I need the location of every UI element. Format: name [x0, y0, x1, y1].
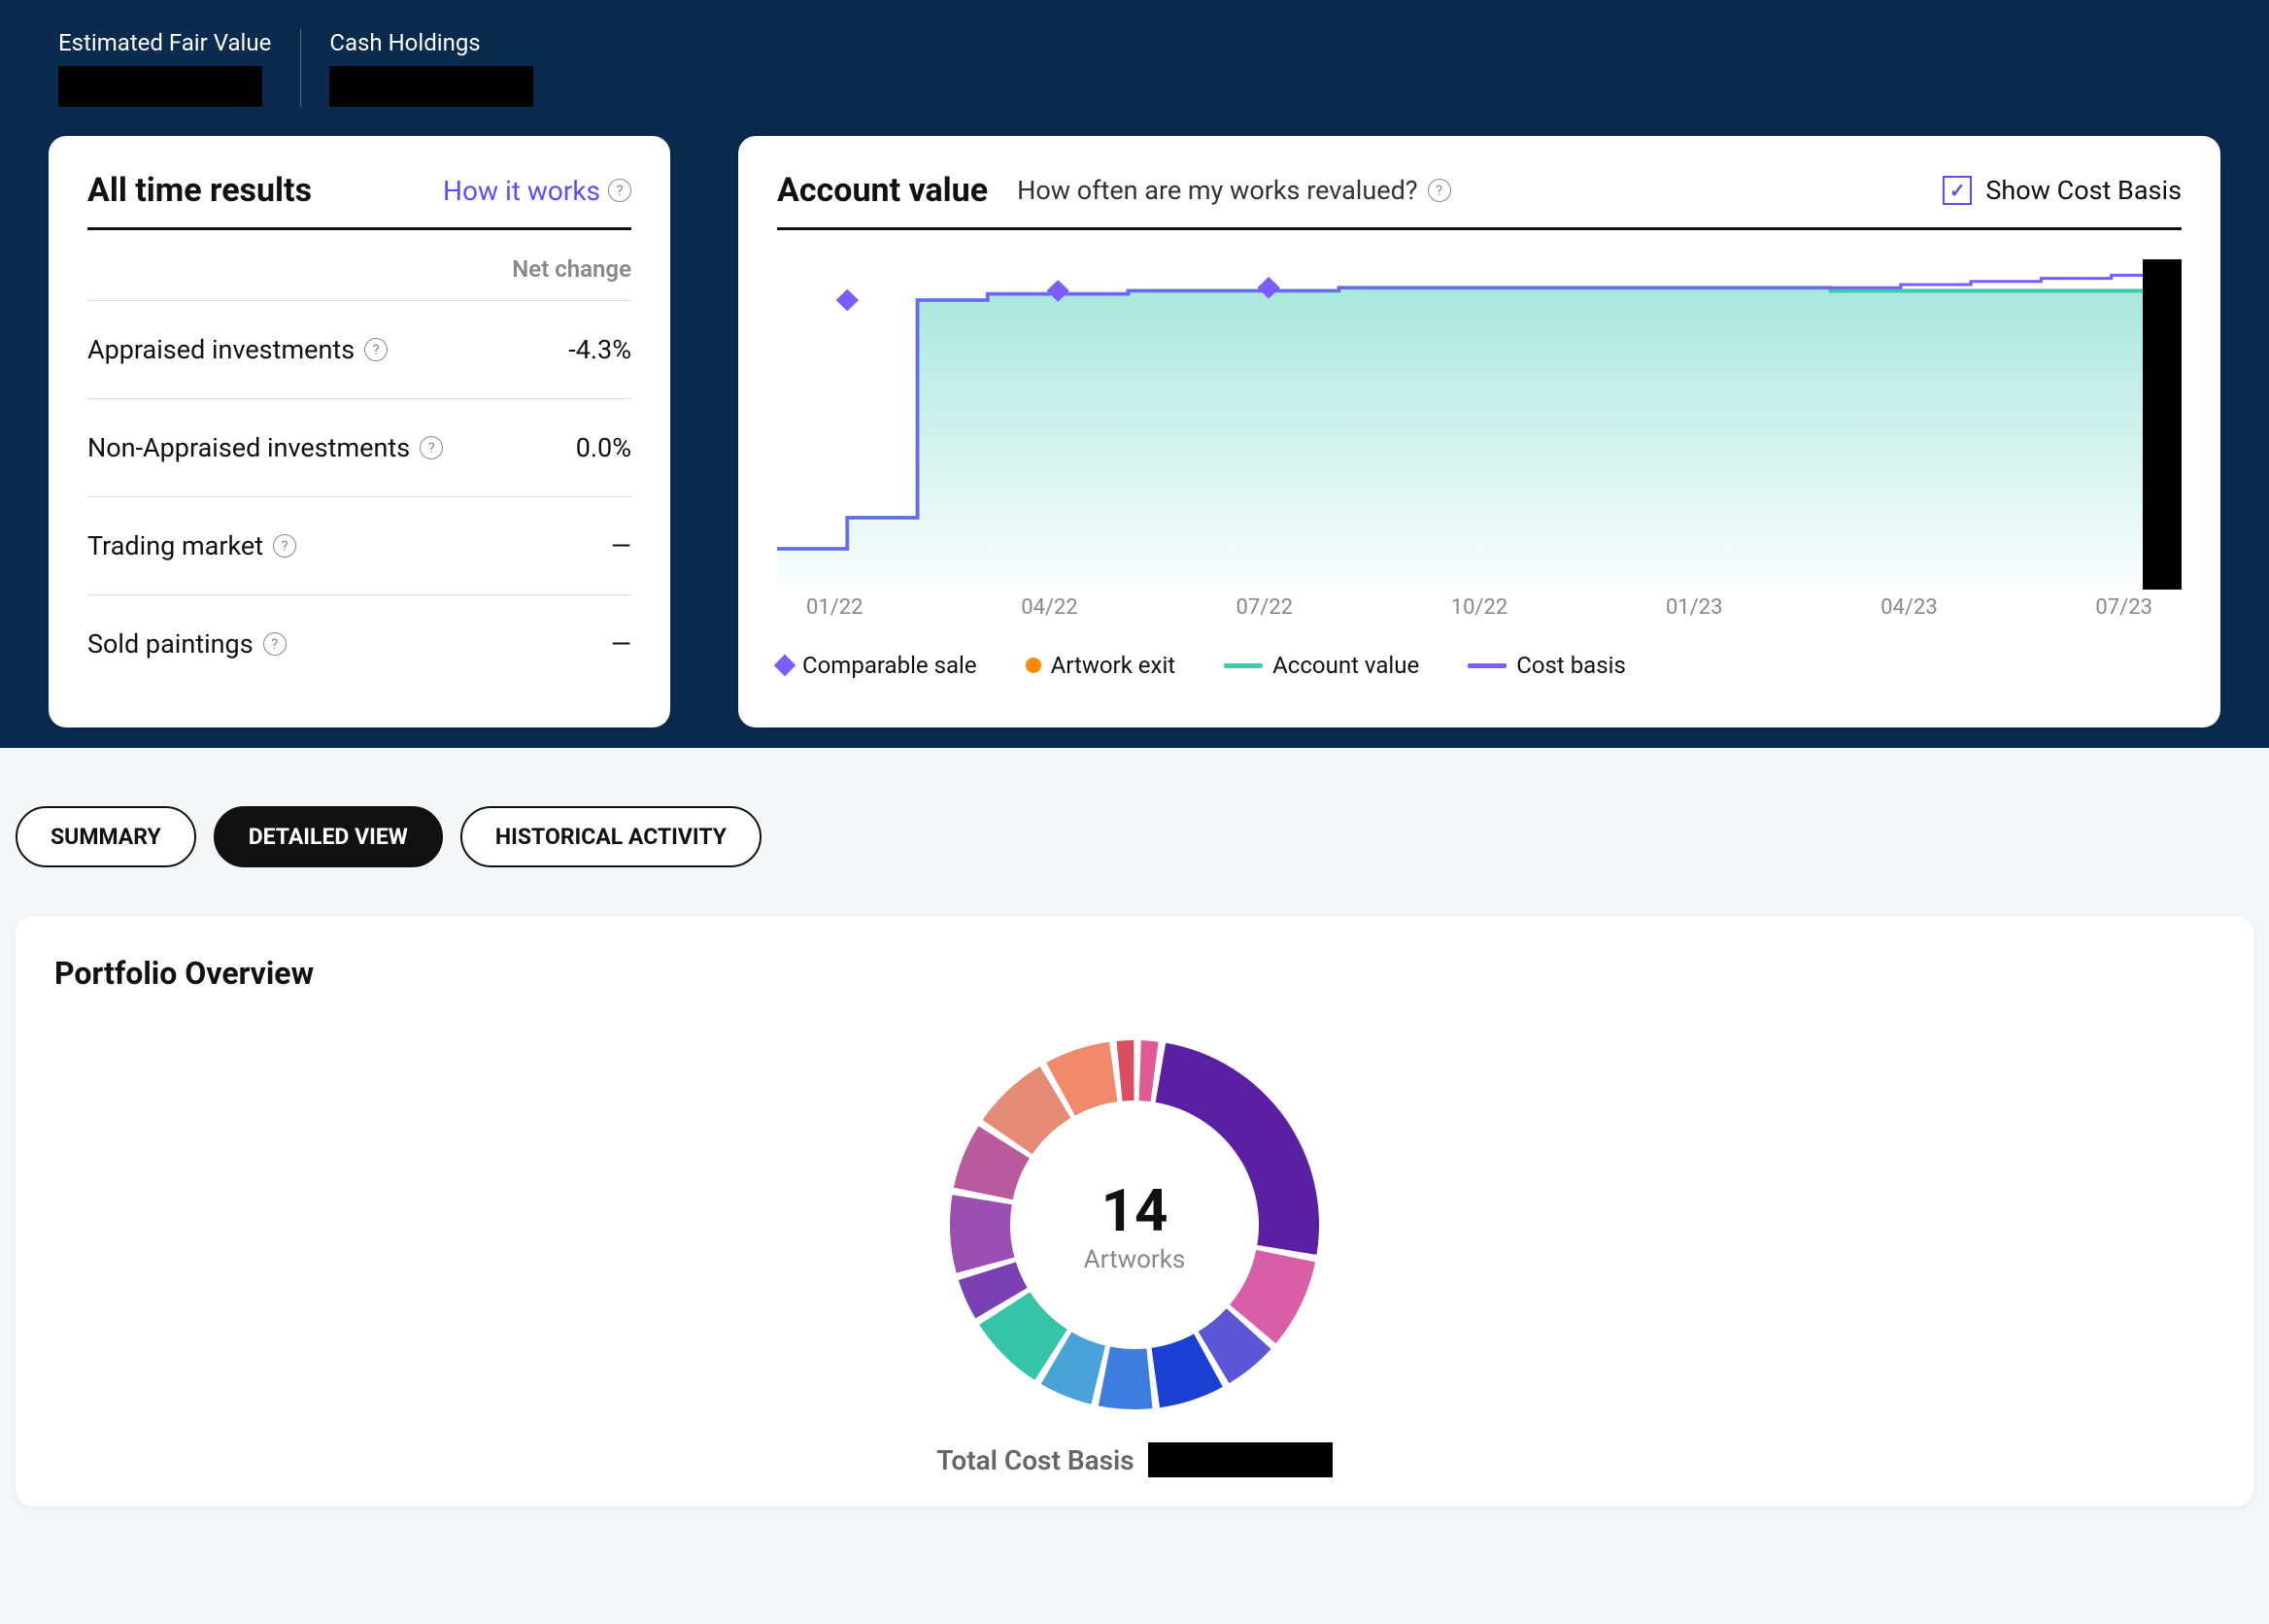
- result-row-nonappraised: Non-Appraised investments ? 0.0%: [87, 399, 631, 497]
- account-title: Account value: [777, 171, 988, 210]
- total-cost-basis: Total Cost Basis: [936, 1442, 1332, 1477]
- metric-cash-holdings: Cash Holdings: [329, 29, 592, 107]
- result-value: -4.3%: [568, 334, 631, 365]
- portfolio-overview-card: Portfolio Overview 14 Artworks Total Cos…: [16, 916, 2253, 1506]
- x-tick: 04/23: [1880, 595, 1938, 620]
- line-icon: [1224, 663, 1263, 668]
- donut-count-label: Artworks: [1084, 1245, 1186, 1274]
- legend-artwork-exit: Artwork exit: [1026, 652, 1176, 679]
- help-icon[interactable]: ?: [420, 436, 443, 459]
- result-row-appraised: Appraised investments ? -4.3%: [87, 301, 631, 399]
- result-row-trading: Trading market ? —: [87, 497, 631, 595]
- checkbox-icon: ✓: [1943, 176, 1972, 205]
- result-row-sold: Sold paintings ? —: [87, 595, 631, 693]
- help-icon[interactable]: ?: [364, 338, 388, 361]
- account-value-chart[interactable]: 01/22 04/22 07/22 10/22 01/23 04/23 07/23: [777, 259, 2182, 628]
- circle-icon: [1026, 658, 1041, 673]
- account-value-card: Account value How often are my works rev…: [738, 136, 2220, 727]
- metric-label: Estimated Fair Value: [58, 29, 271, 56]
- tab-summary[interactable]: SUMMARY: [16, 806, 196, 867]
- results-title: All time results: [87, 171, 312, 210]
- help-icon: ?: [608, 179, 631, 202]
- tab-historical-activity[interactable]: HISTORICAL ACTIVITY: [460, 806, 762, 867]
- legend-label: Comparable sale: [802, 652, 977, 679]
- legend-account-value: Account value: [1224, 652, 1419, 679]
- metric-fair-value: Estimated Fair Value: [58, 29, 329, 107]
- result-label: Appraised investments: [87, 334, 355, 365]
- line-icon: [1468, 663, 1507, 668]
- account-subtitle-text: How often are my works revalued?: [1017, 175, 1417, 206]
- total-cost-value-redacted: [1148, 1442, 1333, 1477]
- x-tick: 10/22: [1451, 595, 1508, 620]
- result-value: 0.0%: [576, 432, 631, 463]
- diamond-icon: [774, 655, 796, 677]
- total-cost-label: Total Cost Basis: [936, 1444, 1134, 1476]
- results-card: All time results How it works ? Net chan…: [49, 136, 670, 727]
- legend-cost-basis: Cost basis: [1468, 652, 1626, 679]
- chart-value-redacted: [2143, 259, 2182, 590]
- x-tick: 07/23: [2095, 595, 2152, 620]
- how-it-works-label: How it works: [443, 175, 600, 207]
- metric-value-redacted: [58, 66, 262, 107]
- legend-label: Artwork exit: [1051, 652, 1176, 679]
- legend-label: Account value: [1272, 652, 1419, 679]
- metric-label: Cash Holdings: [329, 29, 533, 56]
- result-label: Trading market: [87, 530, 263, 561]
- x-tick: 04/22: [1021, 595, 1078, 620]
- net-change-header: Net change: [87, 230, 631, 301]
- x-tick: 01/22: [806, 595, 864, 620]
- chart-legend: Comparable sale Artwork exit Account val…: [777, 652, 2182, 679]
- result-value: —: [611, 628, 631, 660]
- result-label: Non-Appraised investments: [87, 432, 410, 463]
- legend-comparable-sale: Comparable sale: [777, 652, 977, 679]
- portfolio-donut-chart[interactable]: 14 Artworks: [940, 1031, 1329, 1419]
- help-icon[interactable]: ?: [1428, 179, 1451, 202]
- portfolio-title: Portfolio Overview: [54, 955, 2215, 992]
- show-cost-basis-label: Show Cost Basis: [1985, 175, 2182, 206]
- result-value: —: [611, 530, 631, 561]
- donut-count: 14: [1101, 1176, 1168, 1245]
- legend-label: Cost basis: [1516, 652, 1626, 679]
- help-icon[interactable]: ?: [273, 534, 296, 558]
- how-it-works-link[interactable]: How it works ?: [443, 175, 631, 207]
- show-cost-basis-toggle[interactable]: ✓ Show Cost Basis: [1943, 175, 2182, 206]
- metric-value-redacted: [329, 66, 533, 107]
- help-icon[interactable]: ?: [263, 632, 287, 656]
- x-tick: 01/23: [1666, 595, 1723, 620]
- x-tick: 07/22: [1236, 595, 1293, 620]
- view-tabs: SUMMARY DETAILED VIEW HISTORICAL ACTIVIT…: [0, 748, 2269, 867]
- result-label: Sold paintings: [87, 628, 254, 660]
- account-subtitle: How often are my works revalued? ?: [1017, 175, 1913, 206]
- tab-detailed-view[interactable]: DETAILED VIEW: [214, 806, 443, 867]
